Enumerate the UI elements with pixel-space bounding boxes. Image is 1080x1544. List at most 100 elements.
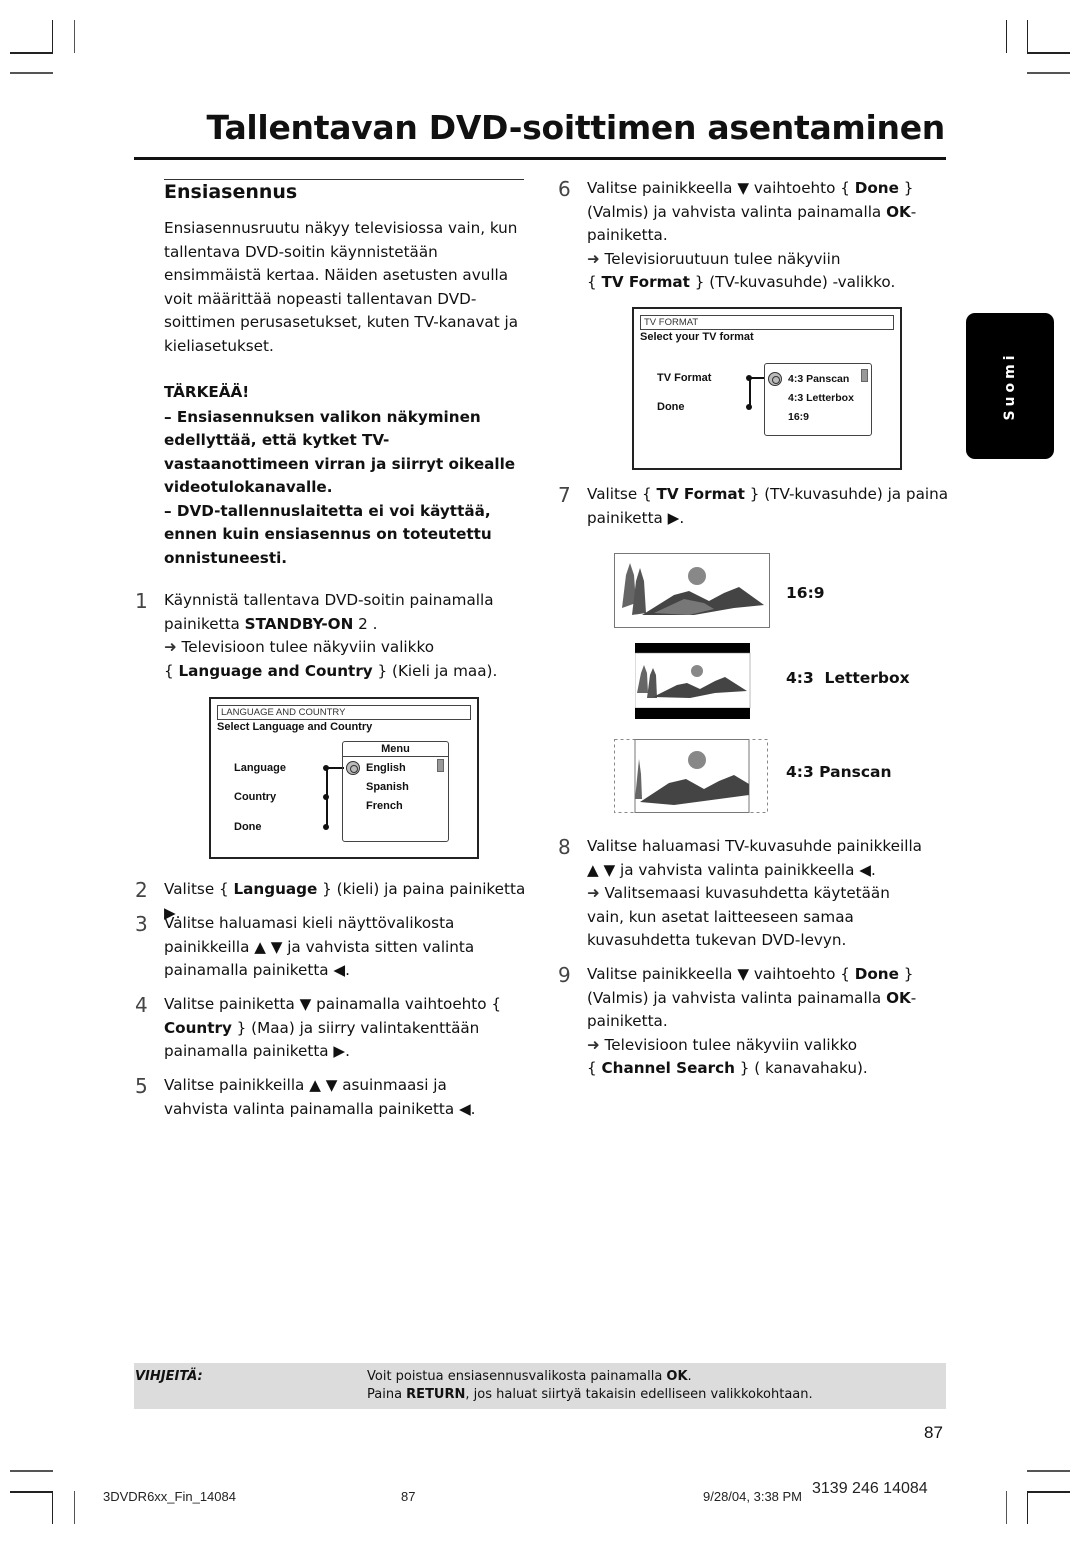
intro-paragraph: Ensiasennusruutu näkyy televisiossa vain… [164,219,519,355]
option-english[interactable]: English [366,762,406,774]
button-name: RETURN [406,1387,466,1402]
step-number: 2 [135,878,148,902]
tip-line: Voit poistua ensiasennusvalikosta painam… [367,1369,692,1384]
list-title: Menu [343,742,448,757]
option-panscan[interactable]: 4:3 Panscan [788,373,849,385]
section-title: Ensiasennus [164,181,298,203]
step-6: 6 Valitse painikkeella ▼ vaihtoehto { Do… [558,177,947,295]
option-spanish[interactable]: Spanish [366,781,409,793]
crop-mark [1027,72,1070,74]
crop-mark [1027,1470,1070,1472]
scrollbar[interactable] [437,759,444,772]
crop-mark [52,1491,53,1524]
option-name: Done [854,965,899,983]
crop-mark [10,72,53,74]
step-1: 1 Käynnistä tallentava DVD-soitin painam… [135,589,524,683]
crop-mark [52,20,53,52]
landscape-panscan-icon [614,739,768,813]
menu-item-country[interactable]: Country [234,791,276,803]
menu-name: Channel Search [601,1059,735,1077]
result-arrow-icon: ➜ [164,638,177,656]
step-number: 4 [135,993,148,1017]
step-result: Televisioruutuun tulee näkyviin [599,249,841,268]
footer-filename: 3DVDR6xx_Fin_14084 [103,1489,236,1504]
tv-format-menu-screen: TV FORMAT Select your TV format TV Forma… [632,307,902,470]
crop-mark [10,1491,53,1493]
ok-selector-icon [768,372,782,386]
option-16-9[interactable]: 16:9 [788,411,809,423]
step-text: Valitse haluamasi kieli näyttövalikosta … [164,914,475,979]
step-number: 6 [558,177,571,201]
crop-mark [1006,1491,1007,1524]
footer-date: 9/28/04, 3:38 PM [703,1489,803,1504]
menu-name: Language and Country [178,661,373,680]
button-name: STANDBY-ON [244,614,354,633]
option-name: Done [854,179,899,197]
crop-mark [10,52,53,54]
tip-line: Paina RETURN, jos haluat siirtyä takaisi… [367,1387,813,1402]
step-text: Valitse haluamasi TV-kuvasuhde painikkei… [587,837,922,879]
result-arrow-icon: ➜ [587,249,600,268]
important-item: – DVD-tallennuslaitetta ei voi käyttää, … [164,501,492,567]
page-number: 87 [924,1423,943,1442]
step-8: 8 Valitse haluamasi TV-kuvasuhde painikk… [558,835,927,953]
menu-name: TV Format [601,273,690,291]
crop-mark [1006,20,1007,53]
step-7: 7 Valitse { TV Format } (TV-kuvasuhde) j… [558,483,952,530]
step-text: Valitse { [164,880,234,898]
step-text: } ( kanavahaku). [734,1059,868,1077]
option-french[interactable]: French [366,800,403,812]
step-number: 9 [558,963,571,987]
title-divider [134,157,946,160]
step-number: 1 [135,589,148,613]
menu-name: Country [164,1018,232,1037]
crop-mark [74,1491,75,1524]
language-country-menu-screen: LANGUAGE AND COUNTRY Select Language and… [209,697,479,859]
step-number: 8 [558,835,571,859]
step-text: 2 . [353,614,378,633]
important-block: TÄRKEÄÄ! – Ensiasennuksen valikon näkymi… [164,381,529,570]
format-label-letterbox: 4:3 Letterbox [786,669,910,687]
step-result: Televisioon tulee näkyviin valikko [599,1035,857,1054]
menu-name: Language [233,880,318,898]
language-options-list[interactable]: Menu English Spanish French [342,741,449,842]
menu-item-language[interactable]: Language [234,762,286,774]
menu-name: TV Format [656,485,745,503]
side-tab-label: Suomi [1002,351,1018,421]
menu-subtitle: Select your TV format [640,331,754,343]
button-name: OK [886,988,911,1007]
menu-subtitle: Select Language and Country [217,721,373,733]
menu-item-tv-format[interactable]: TV Format [657,372,711,384]
result-arrow-icon: ➜ [587,884,600,902]
menu-header: LANGUAGE AND COUNTRY [217,705,471,720]
crop-mark [1027,52,1070,54]
crop-mark [10,1470,53,1472]
tip-text: Paina [367,1387,407,1402]
footer-code: 3139 246 14084 [812,1480,928,1497]
step-3: 3 Valitse haluamasi kieli näyttövalikost… [135,912,494,983]
crop-mark [74,20,75,53]
tip-text: . [687,1369,692,1384]
step-result: Televisioon tulee näkyviin valikko [176,638,434,656]
ok-selector-icon [346,761,360,775]
tv-format-options-list[interactable]: 4:3 Panscan 4:3 Letterbox 16:9 [764,363,872,436]
step-text: Valitse painiketta ▼ painamalla vaihtoeh… [164,995,502,1013]
crop-mark [1027,1491,1028,1524]
landscape-widescreen-icon [614,553,770,628]
step-text: Valitse painikkeilla ▲ ▼ asuinmaasi ja v… [164,1076,476,1118]
step-4: 4 Valitse painiketta ▼ painamalla vaihto… [135,993,509,1064]
menu-item-done[interactable]: Done [234,821,262,833]
step-9: 9 Valitse painikkeella ▼ vaihtoehto { Do… [558,963,947,1081]
option-letterbox[interactable]: 4:3 Letterbox [788,392,854,404]
tip-text: Voit poistua ensiasennusvalikosta painam… [367,1369,667,1384]
important-item: – Ensiasennuksen valikon näkyminen edell… [164,407,516,497]
section-divider [164,179,524,180]
scrollbar[interactable] [861,369,868,382]
menu-header: TV FORMAT [640,315,894,330]
crop-mark [1027,1491,1070,1493]
connector-line [749,378,751,407]
language-side-tab: Suomi [966,313,1054,459]
step-text: { [164,661,179,680]
menu-item-done[interactable]: Done [657,401,685,413]
crop-mark [1027,20,1028,52]
